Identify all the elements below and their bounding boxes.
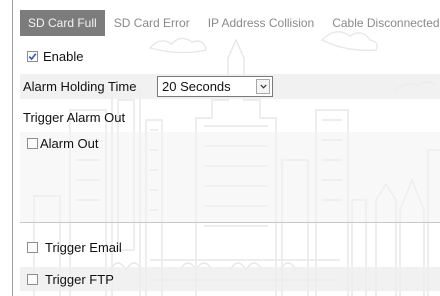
enable-checkbox[interactable] [27,50,38,62]
enable-label: Enable [43,48,84,64]
trigger-alarm-out-row: Trigger Alarm Out [20,106,440,128]
trigger-email-row: Trigger Email [20,236,440,258]
chevron-down-icon[interactable] [256,79,270,94]
tab-sd-card-error[interactable]: SD Card Error [105,10,199,36]
alarm-out-label: Alarm Out [40,135,99,151]
trigger-email-checkbox[interactable] [27,241,38,253]
alarm-out-row: Alarm Out [20,134,440,152]
trigger-ftp-row: Trigger FTP [20,267,440,291]
alarm-out-checkbox[interactable] [27,137,38,149]
alarm-holding-time-label: Alarm Holding Time [23,79,137,94]
trigger-alarm-out-title: Trigger Alarm Out [23,109,126,125]
alarm-holding-time-value: 20 Seconds [162,79,231,94]
trigger-ftp-checkbox[interactable] [27,273,38,285]
trigger-ftp-label: Trigger FTP [45,271,114,287]
tab-ip-address-collision[interactable]: IP Address Collision [199,10,324,36]
tab-cable-disconnected[interactable]: Cable Disconnected [323,10,440,36]
trigger-email-label: Trigger Email [45,239,122,255]
enable-row: Enable [20,45,440,67]
tab-sd-card-full[interactable]: SD Card Full [20,10,105,36]
alarm-holding-time-select[interactable]: 20 Seconds [157,76,273,97]
alarm-type-tabs: SD Card Full SD Card Error IP Address Co… [20,10,440,36]
checkmark-icon [28,52,37,60]
